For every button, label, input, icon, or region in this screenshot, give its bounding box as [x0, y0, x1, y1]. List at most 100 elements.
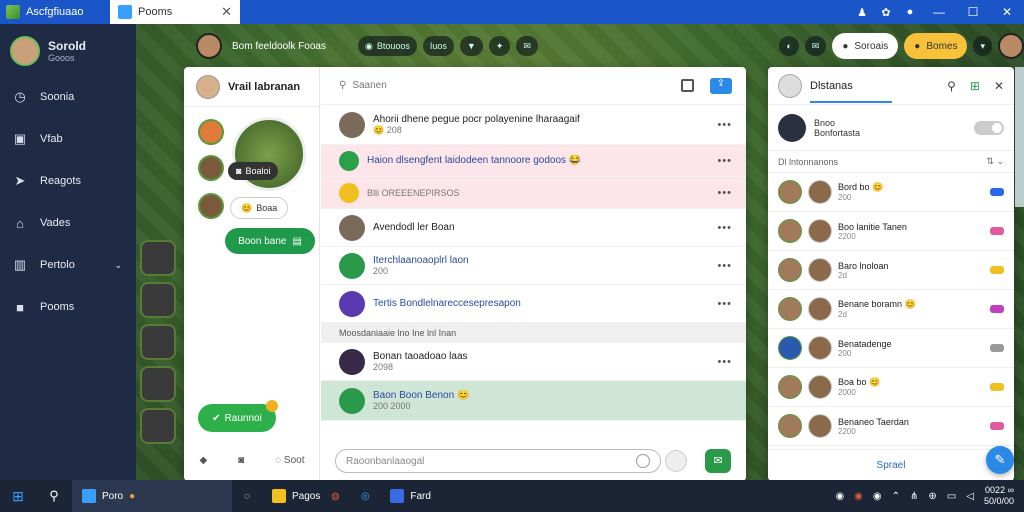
- more-options-icon[interactable]: •••: [717, 356, 732, 368]
- game-button-2[interactable]: Iuos: [422, 36, 454, 56]
- list-item[interactable]: Tertis Bondlelnareccesepresapon •••: [321, 285, 746, 323]
- sidebar-item-soonia[interactable]: ◷ Soonia: [0, 76, 136, 118]
- network-icon[interactable]: ⊕: [928, 491, 936, 502]
- floating-action-button[interactable]: ✎: [986, 446, 1014, 474]
- chat-button[interactable]: ✉: [516, 36, 538, 56]
- search-icon[interactable]: ⚲: [36, 488, 72, 504]
- taskbar-active-app[interactable]: Poro ●: [72, 480, 232, 512]
- more-options-icon[interactable]: •••: [717, 119, 732, 131]
- mail-button[interactable]: ✉: [804, 36, 827, 56]
- avatar[interactable]: [778, 73, 802, 98]
- friend-row[interactable]: Boo lanitie Tanen 2200: [768, 212, 1014, 251]
- add-friend-icon[interactable]: ⊞: [970, 79, 980, 93]
- friend-row[interactable]: Benane boramn 😊 2d: [768, 290, 1014, 329]
- user-profile[interactable]: Sorold Gooos: [0, 24, 136, 66]
- friend-row[interactable]: Boa bo 😊 2000: [768, 368, 1014, 407]
- share-button[interactable]: ⇪: [710, 77, 732, 94]
- list-item[interactable]: Baon Boon Benon 😊 200 2000: [321, 381, 746, 421]
- sort-button[interactable]: ◌ Soot: [275, 455, 304, 466]
- chevron-down-icon[interactable]: ⌄: [114, 260, 122, 271]
- status-toggle[interactable]: [974, 120, 1004, 135]
- friend-row[interactable]: Benatadenge 200: [768, 329, 1014, 368]
- close-icon[interactable]: ✕: [994, 79, 1004, 93]
- avatar[interactable]: [196, 74, 220, 99]
- tab-close-icon[interactable]: ✕: [221, 4, 232, 20]
- list-item[interactable]: Iterchlaanoaoplrl laon 200 •••: [321, 247, 746, 285]
- sidebar-item-reagots[interactable]: ➤ Reagots: [0, 160, 136, 202]
- avatar[interactable]: [140, 240, 176, 276]
- friend-row[interactable]: Benaneo Taerdan 2200: [768, 407, 1014, 446]
- avatar[interactable]: [140, 366, 176, 402]
- avatar[interactable]: [196, 33, 222, 59]
- list-item[interactable]: Haion dlsengfent laidodeen tannoore godo…: [321, 145, 746, 177]
- message-input[interactable]: Raoonbanlaaogal: [335, 449, 661, 473]
- more-options-icon[interactable]: •••: [717, 298, 732, 310]
- scrollbar[interactable]: [1015, 67, 1024, 207]
- search-icon[interactable]: ⚲: [947, 79, 956, 93]
- filter-button[interactable]: ▼: [459, 36, 483, 56]
- close-window-button[interactable]: ✕: [990, 5, 1024, 19]
- avatar[interactable]: [998, 33, 1024, 59]
- attach-icon[interactable]: [636, 454, 650, 468]
- expand-icon[interactable]: [681, 79, 694, 92]
- settings-icon[interactable]: ●: [898, 6, 922, 18]
- chevron-down-icon: ▾: [980, 40, 985, 51]
- list-item[interactable]: Bonan taoadoao laas 2098 •••: [321, 343, 746, 381]
- bonus-pill[interactable]: ● Bomes: [904, 33, 968, 59]
- sort-icon[interactable]: ⇅ ⌄: [986, 156, 1004, 167]
- windows-start-icon[interactable]: ⊞: [0, 488, 36, 505]
- send-button[interactable]: ✉: [705, 449, 731, 473]
- avatar[interactable]: [198, 155, 224, 181]
- more-options-icon[interactable]: •••: [717, 222, 732, 234]
- avatar[interactable]: [140, 282, 176, 318]
- more-options-icon[interactable]: •••: [717, 260, 732, 272]
- sidebar-item-pooms[interactable]: ■ Pooms: [0, 286, 136, 328]
- friends-footer-link[interactable]: Sprael: [768, 449, 1014, 481]
- battery-icon[interactable]: ▭: [947, 491, 956, 502]
- clock[interactable]: 0022 ∞ 50/0/00: [984, 485, 1014, 507]
- primary-action-button[interactable]: Boon bane ▤: [225, 228, 315, 254]
- list-item[interactable]: Blli OREEENEPIRSOS •••: [321, 177, 746, 209]
- share-icon[interactable]: ⋔: [910, 491, 918, 502]
- avatar[interactable]: [140, 408, 176, 444]
- person-icon[interactable]: ♟: [850, 6, 874, 19]
- maximize-button[interactable]: ☐: [956, 5, 990, 19]
- browser-tab[interactable]: Pooms ✕: [110, 0, 240, 24]
- friend-row[interactable]: Baro lnoloan 2d: [768, 251, 1014, 290]
- list-item[interactable]: Ahorii dhene pegue pocr polayenine lhara…: [321, 105, 746, 145]
- minimize-button[interactable]: —: [922, 5, 956, 19]
- settings-icon[interactable]: ◉: [873, 491, 882, 502]
- headset-button[interactable]: ◐: [779, 36, 799, 56]
- avatar[interactable]: ◉: [835, 491, 844, 502]
- sidebar-item-vades[interactable]: ⌂ Vades: [0, 202, 136, 244]
- sidebar-item-vfab[interactable]: ▣ Vfab: [0, 118, 136, 160]
- secondary-action-button[interactable]: ✔ Raunnoi: [198, 400, 278, 432]
- chat-search-placeholder[interactable]: Saanen: [352, 80, 386, 91]
- avatar[interactable]: [198, 193, 224, 219]
- dropdown-button[interactable]: ▾: [973, 36, 992, 56]
- emoji-button[interactable]: [665, 450, 687, 472]
- edge-icon[interactable]: ◎: [350, 491, 380, 502]
- avatar[interactable]: [198, 119, 224, 145]
- sidebar-item-pertolo[interactable]: ▥ Pertolo ⌄: [0, 244, 136, 286]
- friend-row[interactable]: Bord bo 😊 200: [768, 173, 1014, 212]
- camera-icon[interactable]: ◙: [238, 455, 244, 466]
- more-options-icon[interactable]: •••: [717, 187, 732, 199]
- list-item[interactable]: Avendodl ler Boan •••: [321, 209, 746, 247]
- notification-button[interactable]: ✦: [488, 36, 511, 56]
- taskbar-app[interactable]: Fard: [390, 489, 431, 503]
- status-pill[interactable]: 😊 Boaa: [230, 197, 289, 219]
- notification-icon[interactable]: ◉: [854, 491, 863, 502]
- avatar[interactable]: [140, 324, 176, 360]
- taskbar-app[interactable]: Pagos: [272, 489, 320, 503]
- game-icon: ●: [129, 490, 136, 502]
- volume-icon[interactable]: ◁: [966, 491, 974, 502]
- game-button[interactable]: ◉ Btouoos: [358, 36, 417, 56]
- shield-icon[interactable]: ◆: [199, 455, 207, 466]
- gift-icon[interactable]: ✿: [874, 6, 898, 19]
- browser-icon[interactable]: ◍: [320, 491, 350, 502]
- chevron-up-icon[interactable]: ⌃: [892, 491, 900, 502]
- chat-icon[interactable]: ◌: [232, 491, 262, 502]
- more-options-icon[interactable]: •••: [717, 155, 732, 167]
- balance-pill[interactable]: ● Soroais: [832, 33, 899, 59]
